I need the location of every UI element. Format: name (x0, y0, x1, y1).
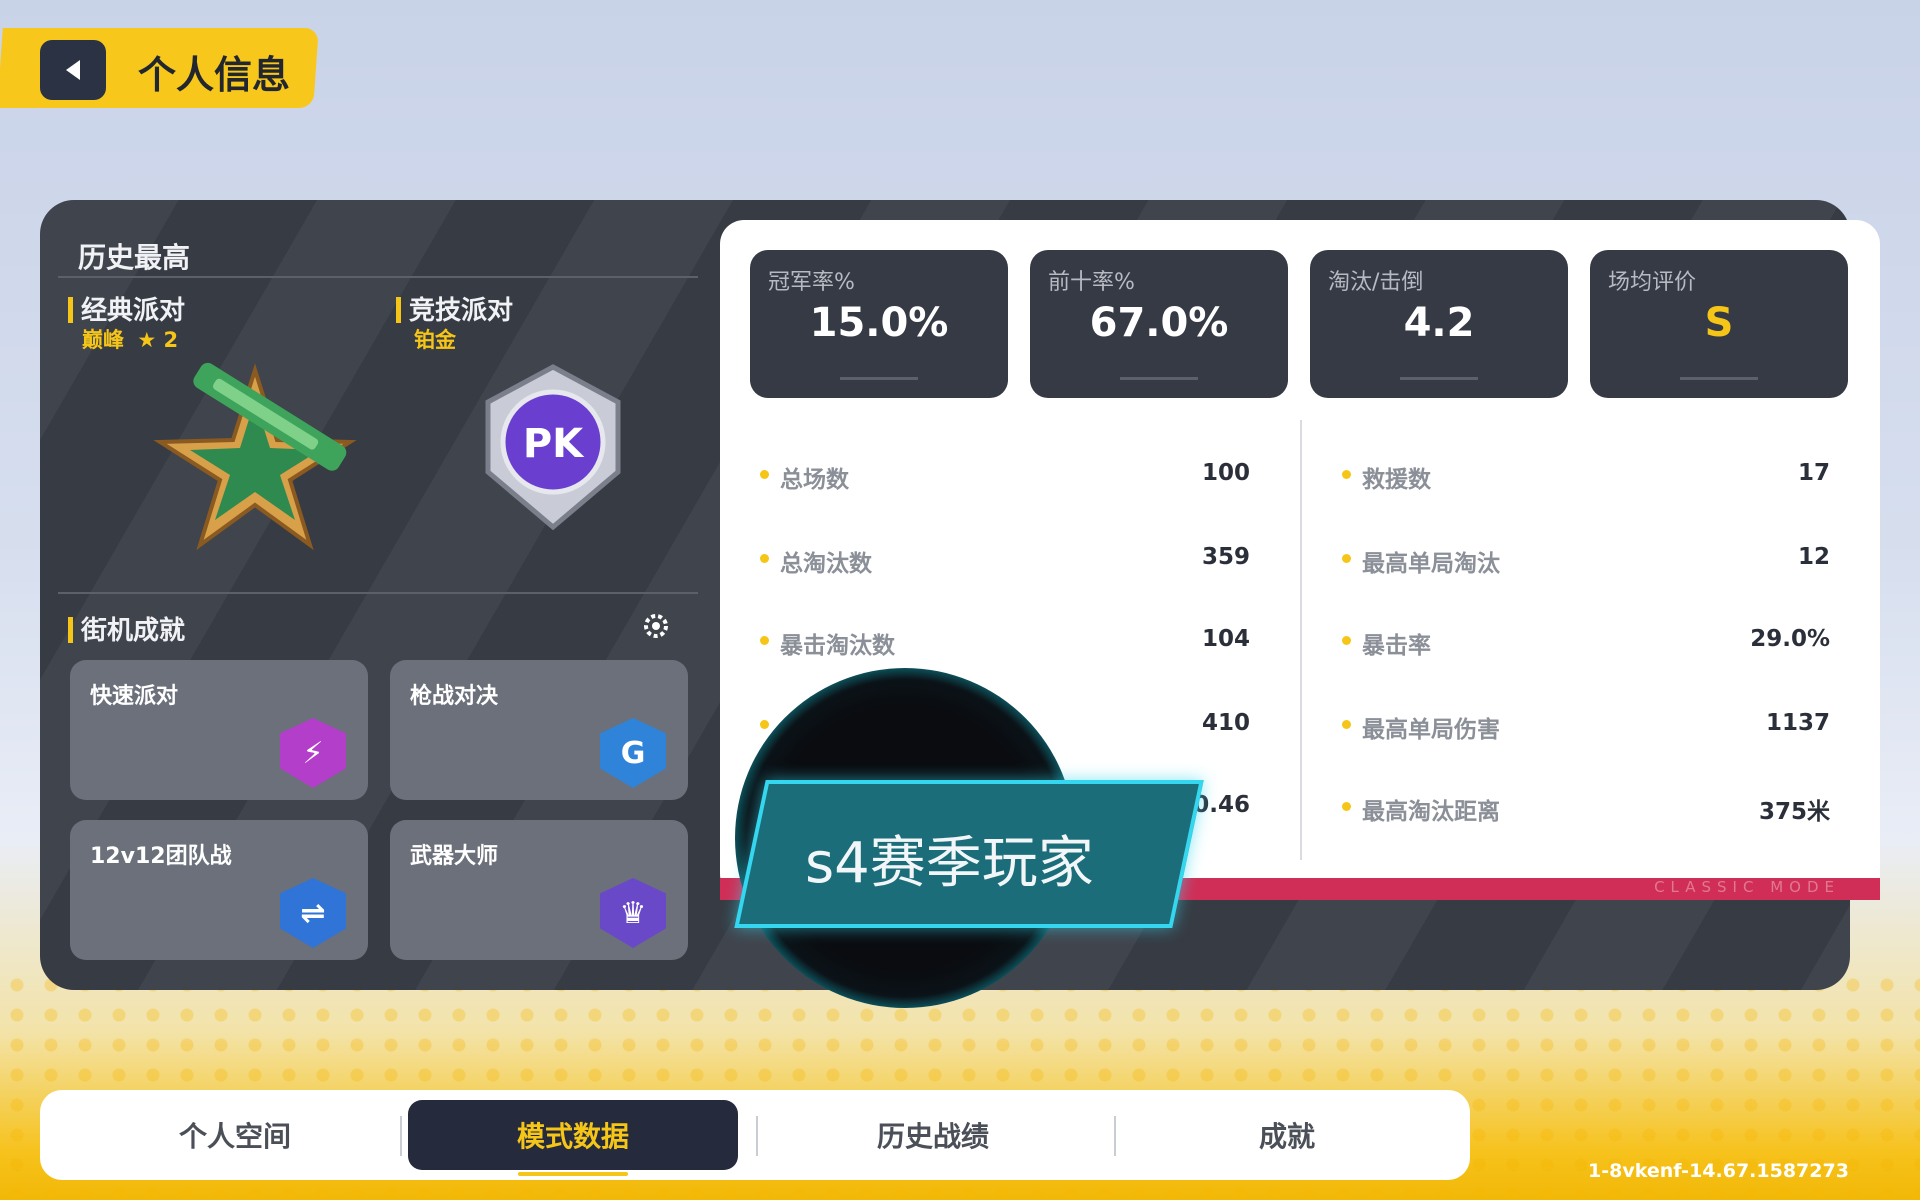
star-count: 2 (163, 328, 179, 352)
stat-label: 淘汰/击倒 (1328, 270, 1424, 295)
stat-row: 总淘汰数 359 (760, 540, 1250, 580)
tile-label: 12v12团队战 (90, 844, 232, 869)
row-name: 暴击率 (1362, 633, 1431, 659)
accent-bar (68, 617, 73, 643)
stat-label: 场均评价 (1608, 270, 1697, 295)
arcade-tile-weapon-master[interactable]: 武器大师 ♛ (390, 820, 688, 960)
bullet-dot (760, 720, 769, 729)
bullet-dot (1342, 720, 1351, 729)
stat-avg-rating: 场均评价 S (1590, 250, 1848, 398)
bullet-dot (760, 636, 769, 645)
tile-label: 枪战对决 (410, 684, 499, 709)
bullet-dot (1342, 802, 1351, 811)
duel-icon: G (600, 718, 666, 788)
season-badge-text: s4赛季玩家 (805, 831, 1094, 896)
tab-personal-space[interactable]: 个人空间 (70, 1100, 400, 1170)
mode-competitive-name: 竞技派对 (409, 296, 514, 326)
mode-competitive-title: 竞技派对 (396, 290, 513, 327)
arcade-title: 街机成就 (68, 610, 185, 647)
row-value: 375米 (1758, 799, 1830, 825)
bullet-dot (1342, 554, 1351, 563)
row-value: 0.46 (1193, 792, 1250, 818)
tab-separator (400, 1116, 402, 1156)
bullet-dot (760, 554, 769, 563)
mode-classic-name: 经典派对 (81, 296, 186, 326)
row-value: 100 (1201, 460, 1250, 486)
tab-separator (1114, 1116, 1116, 1156)
row-name: 最高单局伤害 (1362, 717, 1500, 743)
stat-row: 最高淘汰距离 375米 (1342, 788, 1830, 828)
stat-row: 暴击率 29.0% (1342, 622, 1830, 662)
stat-label: 前十率% (1048, 270, 1135, 295)
stat-underline (1400, 377, 1478, 380)
arcade-tile-team-battle[interactable]: 12v12团队战 ⇌ (70, 820, 368, 960)
row-value: 359 (1201, 544, 1250, 570)
row-name: 最高单局淘汰 (1362, 551, 1500, 577)
pk-badge-text: PK (523, 421, 585, 467)
stat-champion-rate: 冠军率% 15.0% (750, 250, 1008, 398)
row-name: 总淘汰数 (780, 551, 872, 577)
tab-separator (756, 1116, 758, 1156)
row-value: 29.0% (1750, 626, 1830, 652)
bullet-dot (1342, 470, 1351, 479)
build-id: 1-8vkenf-14.67.1587273 (1588, 1160, 1849, 1182)
tab-mode-data[interactable]: 模式数据 (408, 1100, 738, 1176)
row-value: 12 (1797, 544, 1830, 570)
tile-label: 快速派对 (90, 684, 179, 709)
back-arrow-icon (66, 60, 80, 80)
row-name: 暴击淘汰数 (780, 633, 895, 659)
arcade-tile-gun-duel[interactable]: 枪战对决 G (390, 660, 688, 800)
history-divider (58, 276, 698, 278)
platinum-rank-emblem[interactable]: PK (478, 362, 628, 532)
stat-underline (1120, 377, 1198, 380)
tab-achievements[interactable]: 成就 (1122, 1100, 1452, 1170)
stat-value: 4.2 (1403, 300, 1475, 346)
column-divider (1300, 420, 1302, 860)
mode-classic-rank: 巅峰 ★ 2 (82, 324, 178, 354)
stat-row: 救援数 17 (1342, 456, 1830, 496)
stat-value: 67.0% (1089, 300, 1229, 346)
stat-underline (1680, 377, 1758, 380)
history-title: 历史最高 (78, 241, 191, 274)
back-button[interactable] (40, 40, 106, 100)
star-icon: ★ (137, 328, 157, 352)
team-battle-icon: ⇌ (280, 878, 346, 948)
gear-icon[interactable] (642, 612, 670, 640)
mode-classic-title: 经典派对 (68, 290, 185, 327)
peak-rank-emblem[interactable] (145, 360, 365, 550)
tile-label: 武器大师 (410, 844, 499, 869)
bullet-dot (1342, 636, 1351, 645)
row-name: 救援数 (1362, 467, 1431, 493)
accent-bar (396, 297, 401, 323)
row-value: 1137 (1765, 710, 1830, 736)
section-divider (58, 592, 698, 594)
tab-match-history[interactable]: 历史战绩 (768, 1100, 1098, 1170)
stat-kd: 淘汰/击倒 4.2 (1310, 250, 1568, 398)
bullet-dot (760, 470, 769, 479)
stat-value: 15.0% (809, 300, 949, 346)
row-value: 104 (1201, 626, 1250, 652)
stat-row: 总场数 100 (760, 456, 1250, 496)
stat-underline (840, 377, 918, 380)
row-name: 最高淘汰距离 (1362, 799, 1500, 825)
row-value: 17 (1797, 460, 1830, 486)
stat-row: 暴击淘汰数 104 (760, 622, 1250, 662)
stat-row: 最高单局淘汰 12 (1342, 540, 1830, 580)
page-title: 个人信息 (138, 53, 291, 97)
lightning-icon: ⚡ (280, 718, 346, 788)
stat-row: 最高单局伤害 1137 (1342, 706, 1830, 746)
stat-top10-rate: 前十率% 67.0% (1030, 250, 1288, 398)
rank-name: 巅峰 (82, 328, 124, 352)
row-value: 410 (1201, 710, 1250, 736)
accent-bar (68, 297, 73, 323)
bottom-tab-bar: 个人空间 模式数据 历史战绩 成就 (40, 1090, 1470, 1180)
arcade-tile-quick-party[interactable]: 快速派对 ⚡ (70, 660, 368, 800)
stat-label: 冠军率% (768, 270, 855, 295)
strip-label: CLASSIC MODE (1654, 878, 1840, 896)
row-name: 总场数 (780, 467, 849, 493)
mode-competitive-rank: 铂金 (414, 328, 456, 352)
stat-value: S (1704, 300, 1734, 346)
crown-icon: ♛ (600, 878, 666, 948)
arcade-title-text: 街机成就 (81, 616, 186, 646)
